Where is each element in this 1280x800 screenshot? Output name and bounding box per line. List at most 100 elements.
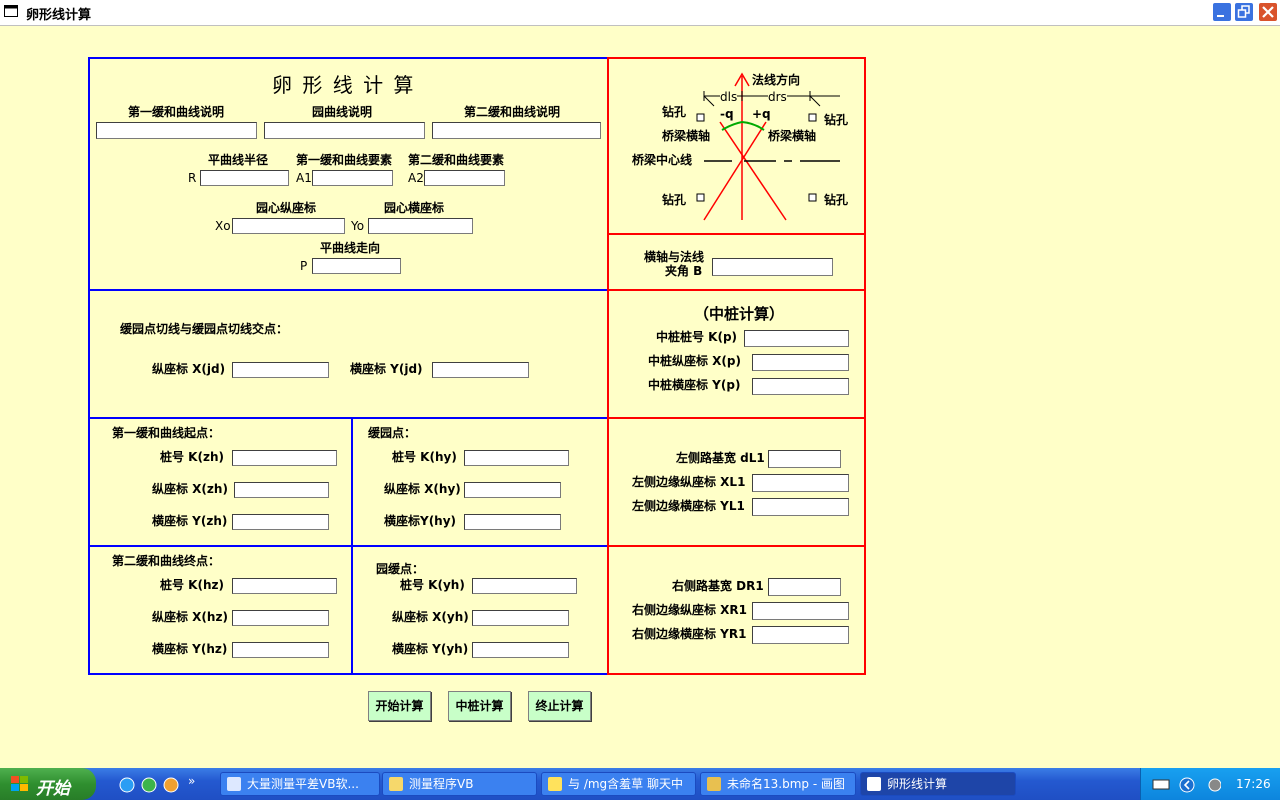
yzh-label: 横座标 Y(zh) xyxy=(152,514,228,528)
kzh-label: 桩号 K(zh) xyxy=(160,450,224,464)
xyh-input[interactable] xyxy=(472,610,569,626)
dr1-label: 右侧路基宽 DR1 xyxy=(672,579,764,593)
task-item-4[interactable]: 卵形线计算 xyxy=(860,772,1016,796)
quick-launch[interactable]: » xyxy=(118,776,198,794)
yhy-label: 横座标Y(hy) xyxy=(384,514,457,528)
yo-prefix: Yo xyxy=(351,219,365,233)
r-prefix: R xyxy=(188,171,197,185)
app-icon xyxy=(4,5,18,17)
jd-title: 缓园点切线与缓园点切线交点： xyxy=(120,322,289,336)
zh-title: 第一缓和曲线起点： xyxy=(112,426,221,440)
windows-logo-icon xyxy=(11,776,28,791)
app-window-icon xyxy=(867,777,881,791)
khy-label: 桩号 K(hy) xyxy=(392,450,457,464)
yp-input[interactable] xyxy=(752,378,849,395)
clock: 17:26 xyxy=(1236,777,1271,791)
xzh-label: 纵座标 X(zh) xyxy=(152,482,228,496)
xo-prefix: Xo xyxy=(215,219,231,233)
drill-label-bl: 钻孔 xyxy=(662,193,687,207)
yl1-input[interactable] xyxy=(752,498,849,516)
task-item-2[interactable]: 与 /mg含羞草 聊天中 xyxy=(541,772,696,796)
kp-label: 中桩桩号 K(p) xyxy=(656,330,738,344)
xyh-label: 纵座标 X(yh) xyxy=(392,610,469,624)
start-label: 开始 xyxy=(36,779,70,799)
khz-label: 桩号 K(hz) xyxy=(160,578,224,592)
minimize-button[interactable] xyxy=(1212,2,1232,22)
desc2-input[interactable] xyxy=(432,122,601,139)
xo-label: 园心纵座标 xyxy=(256,201,317,215)
stop-calc-button[interactable]: 终止计算 xyxy=(528,691,591,721)
drill-label-tl: 钻孔 xyxy=(662,105,687,119)
yo-input[interactable] xyxy=(368,218,473,234)
start-calc-button[interactable]: 开始计算 xyxy=(368,691,431,721)
kzh-input[interactable] xyxy=(232,450,337,466)
desc1-input[interactable] xyxy=(96,122,257,139)
xp-input[interactable] xyxy=(752,354,849,371)
normal-direction-label: 法线方向 xyxy=(752,73,801,87)
yo-label: 园心横座标 xyxy=(384,201,445,215)
close-button[interactable] xyxy=(1258,2,1278,22)
angle-b-input[interactable] xyxy=(712,258,833,276)
chat-icon xyxy=(548,777,562,791)
volume-icon xyxy=(1208,778,1221,792)
ie-icon xyxy=(119,777,135,793)
p-prefix: P xyxy=(300,259,308,273)
a1-input[interactable] xyxy=(312,170,393,186)
task-item-1[interactable]: 测量程序VB xyxy=(382,772,537,796)
xl1-input[interactable] xyxy=(752,474,849,492)
xhz-input[interactable] xyxy=(232,610,329,626)
yyh-input[interactable] xyxy=(472,642,569,658)
kyh-input[interactable] xyxy=(472,578,577,594)
desc-circle-input[interactable] xyxy=(264,122,425,139)
close-icon xyxy=(1262,6,1274,18)
angle-label-line1: 横轴与法线 xyxy=(644,250,705,264)
yp-label: 中桩横座标 Y(p) xyxy=(648,378,741,392)
yr1-label: 右侧边缘横座标 YR1 xyxy=(632,627,747,641)
dl1-label: 左侧路基宽 dL1 xyxy=(676,451,765,465)
yhy-input[interactable] xyxy=(464,514,561,530)
yyh-label: 横座标 Y(yh) xyxy=(392,642,469,656)
drill-label-br: 钻孔 xyxy=(824,193,849,207)
chevron-more-icon: » xyxy=(188,776,195,788)
xhy-input[interactable] xyxy=(464,482,561,498)
folder-icon xyxy=(389,777,403,791)
minimize-icon xyxy=(1217,15,1224,17)
dr1-input[interactable] xyxy=(768,578,841,596)
xjd-label: 纵座标 X(jd) xyxy=(152,362,226,376)
yjd-input[interactable] xyxy=(432,362,529,378)
yjd-label: 横座标 Y(jd) xyxy=(350,362,423,376)
center-calc-button[interactable]: 中桩计算 xyxy=(448,691,511,721)
keyboard-icon xyxy=(1152,779,1170,790)
xr1-label: 右侧边缘纵座标 XR1 xyxy=(632,603,748,617)
khy-input[interactable] xyxy=(464,450,569,466)
restore-button[interactable] xyxy=(1234,2,1254,22)
xl1-label: 左侧边缘纵座标 XL1 xyxy=(632,475,746,489)
yhz-input[interactable] xyxy=(232,642,329,658)
dl1-input[interactable] xyxy=(768,450,841,468)
xr1-input[interactable] xyxy=(752,602,849,620)
xjd-input[interactable] xyxy=(232,362,329,378)
task-item-0[interactable]: 大量测量平差VB软... xyxy=(220,772,380,796)
angle-label-line2: 夹角 B xyxy=(665,264,703,278)
a2-input[interactable] xyxy=(424,170,505,186)
restore-icon xyxy=(1237,5,1250,18)
start-button[interactable]: 开始 xyxy=(0,768,96,800)
radius-input[interactable] xyxy=(200,170,289,186)
xp-label: 中桩纵座标 X(p) xyxy=(648,354,741,368)
xzh-input[interactable] xyxy=(234,482,329,498)
yzh-input[interactable] xyxy=(232,514,329,530)
task-item-3[interactable]: 未命名13.bmp - 画图 xyxy=(700,772,856,796)
a1-elements-label: 第一缓和曲线要素 xyxy=(296,153,393,167)
desc2-label: 第二缓和曲线说明 xyxy=(464,105,561,119)
yr1-input[interactable] xyxy=(752,626,849,644)
hy-title: 缓园点： xyxy=(368,426,417,440)
direction-input[interactable] xyxy=(312,258,401,274)
drs-label: drs xyxy=(768,90,787,104)
form-heading: 卵 形 线 计 算 xyxy=(272,73,416,97)
khz-input[interactable] xyxy=(232,578,337,594)
yl1-label: 左侧边缘横座标 YL1 xyxy=(632,499,745,513)
tray-icons xyxy=(1152,777,1221,793)
xo-input[interactable] xyxy=(232,218,345,234)
kp-input[interactable] xyxy=(744,330,849,347)
direction-label: 平曲线走向 xyxy=(320,241,381,255)
